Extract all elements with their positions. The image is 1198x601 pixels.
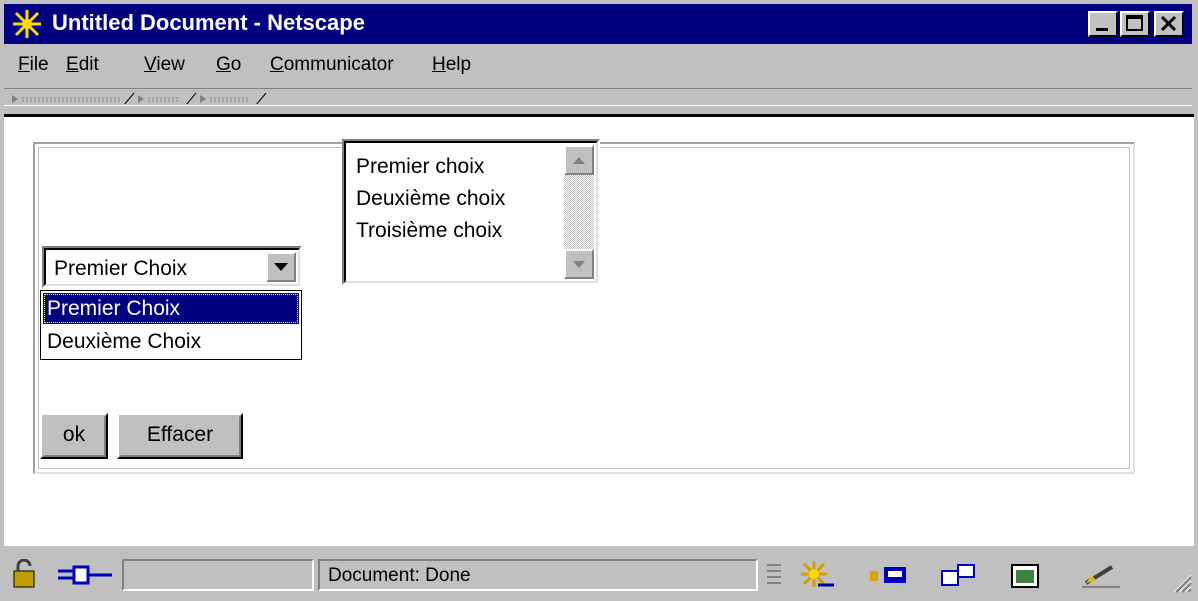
progress-cell: [122, 559, 314, 591]
choice-select[interactable]: Premier Choix: [42, 246, 302, 288]
status-text: Document: Done: [328, 565, 471, 586]
listbox-option[interactable]: Premier choix: [356, 155, 484, 179]
window-title: Untitled Document - Netscape: [52, 10, 365, 35]
minimize-icon: [1096, 28, 1108, 31]
netscape-logo-icon: [12, 9, 42, 39]
chevron-down-icon: [274, 263, 288, 271]
listbox-scrollbar[interactable]: [564, 145, 594, 279]
scroll-up-button[interactable]: [564, 145, 594, 175]
close-button[interactable]: [1154, 11, 1184, 37]
arrow-down-icon: [573, 261, 585, 268]
menu-help[interactable]: Help: [432, 54, 471, 76]
pen-icon[interactable]: [1080, 561, 1124, 589]
resize-grip-icon[interactable]: [1164, 565, 1192, 593]
menu-file[interactable]: File: [18, 54, 49, 76]
plug-icon[interactable]: [52, 561, 118, 589]
component-bar: [762, 559, 1176, 591]
component-bar-grip-icon[interactable]: [764, 559, 784, 591]
maximize-icon: [1126, 15, 1143, 31]
listbox-option[interactable]: Deuxième choix: [356, 187, 505, 211]
toolbar-grip-tabs[interactable]: [10, 92, 280, 104]
close-icon: [1160, 15, 1177, 32]
minimize-button[interactable]: [1088, 11, 1118, 37]
menu-go[interactable]: Go: [216, 54, 241, 76]
mailbox-icon[interactable]: [866, 561, 910, 589]
ok-button[interactable]: ok: [40, 413, 108, 459]
menu-bar: File Edit View Go Communicator Help: [4, 46, 1192, 86]
menu-edit[interactable]: Edit: [66, 54, 99, 76]
dropdown-option[interactable]: Deuxième Choix: [43, 326, 299, 357]
scroll-down-button[interactable]: [564, 249, 594, 279]
status-message-cell: Document: Done: [318, 559, 758, 591]
maximize-button[interactable]: [1120, 11, 1150, 37]
dropdown-button[interactable]: [266, 252, 296, 282]
collapsed-toolbars: [4, 88, 1192, 106]
navigator-icon[interactable]: [796, 559, 836, 591]
multi-select-listbox[interactable]: Premier choix Deuxième choix Troisième c…: [342, 139, 600, 285]
dropdown-option-selected[interactable]: Premier Choix: [43, 293, 299, 324]
arrow-up-icon: [573, 157, 585, 164]
reset-button[interactable]: Effacer: [117, 413, 243, 459]
status-bar: Document: Done: [4, 553, 1194, 597]
select-value: Premier Choix: [54, 257, 188, 280]
listbox-option[interactable]: Troisième choix: [356, 219, 502, 243]
composer-icon[interactable]: [1008, 561, 1044, 589]
select-dropdown-list: Premier Choix Deuxième Choix: [40, 290, 302, 360]
menu-communicator[interactable]: Communicator: [270, 54, 394, 76]
discussion-icon[interactable]: [938, 561, 978, 589]
title-bar[interactable]: Untitled Document - Netscape: [4, 4, 1192, 44]
padlock-icon[interactable]: [8, 559, 48, 591]
menu-view[interactable]: View: [144, 54, 185, 76]
